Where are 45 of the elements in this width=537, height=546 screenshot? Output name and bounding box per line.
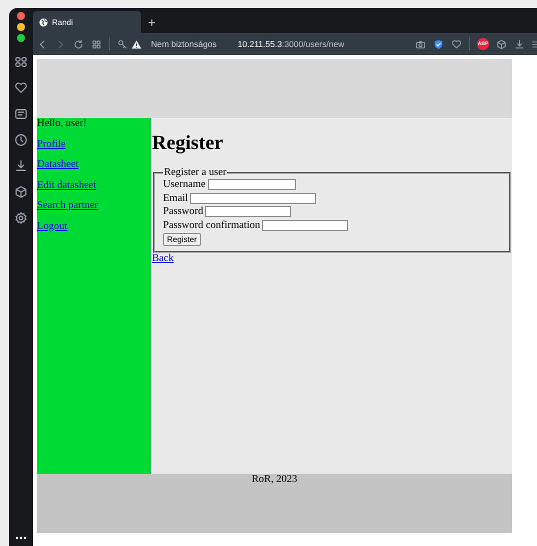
- nav-link[interactable]: Search partner: [37, 200, 98, 212]
- nav-link[interactable]: Datasheet: [37, 159, 78, 171]
- input-field[interactable]: [262, 220, 348, 231]
- cube-icon[interactable]: [496, 38, 507, 50]
- clock-icon[interactable]: [14, 133, 28, 147]
- warning-icon: [131, 38, 142, 50]
- security-label[interactable]: Nem biztonságos: [151, 39, 217, 49]
- field-label: Username: [163, 179, 206, 190]
- page-heading: Register: [152, 132, 224, 154]
- browser-tab[interactable]: Randi: [33, 11, 141, 33]
- new-tab-button[interactable]: +: [141, 11, 163, 33]
- settings-icon[interactable]: [14, 211, 28, 225]
- back-link[interactable]: Back: [152, 253, 174, 265]
- field-label: Email: [163, 192, 188, 204]
- input-field[interactable]: [190, 192, 316, 204]
- address-field[interactable]: 10.211.55.3:3000/users/new: [238, 39, 344, 49]
- key-icon[interactable]: [117, 38, 128, 50]
- shield-icon[interactable]: [433, 38, 444, 50]
- news-icon[interactable]: [14, 107, 28, 121]
- heart-icon[interactable]: [14, 81, 28, 95]
- globe-icon: [39, 18, 48, 26]
- input-field[interactable]: [205, 206, 292, 218]
- field-label: Password: [163, 206, 204, 218]
- form-legend: Register a user: [163, 167, 228, 178]
- download-icon[interactable]: [14, 159, 28, 173]
- download-icon[interactable]: [514, 38, 525, 50]
- zoom-window-icon[interactable]: [17, 34, 25, 42]
- field-label: Password confirmation: [163, 220, 260, 231]
- more-icon[interactable]: [15, 536, 27, 540]
- reload-icon[interactable]: [73, 38, 84, 50]
- minimize-window-icon[interactable]: [17, 23, 25, 31]
- camera-icon[interactable]: [415, 38, 426, 50]
- footer-text: RoR, 2023: [252, 474, 298, 486]
- nav-link[interactable]: Logout: [37, 220, 68, 232]
- register-button[interactable]: Register: [163, 233, 201, 246]
- menu-icon[interactable]: [532, 38, 537, 50]
- grid-icon[interactable]: [91, 38, 102, 50]
- nav-link[interactable]: Edit datasheet: [37, 180, 96, 192]
- heart-icon[interactable]: [451, 38, 462, 50]
- nav-link[interactable]: Profile: [37, 138, 66, 150]
- speed-dial-icon[interactable]: [14, 55, 28, 69]
- greeting-text: Hello, user!: [37, 118, 87, 130]
- input-field[interactable]: [208, 179, 296, 190]
- close-window-icon[interactable]: [17, 12, 25, 20]
- cube-icon[interactable]: [14, 185, 28, 199]
